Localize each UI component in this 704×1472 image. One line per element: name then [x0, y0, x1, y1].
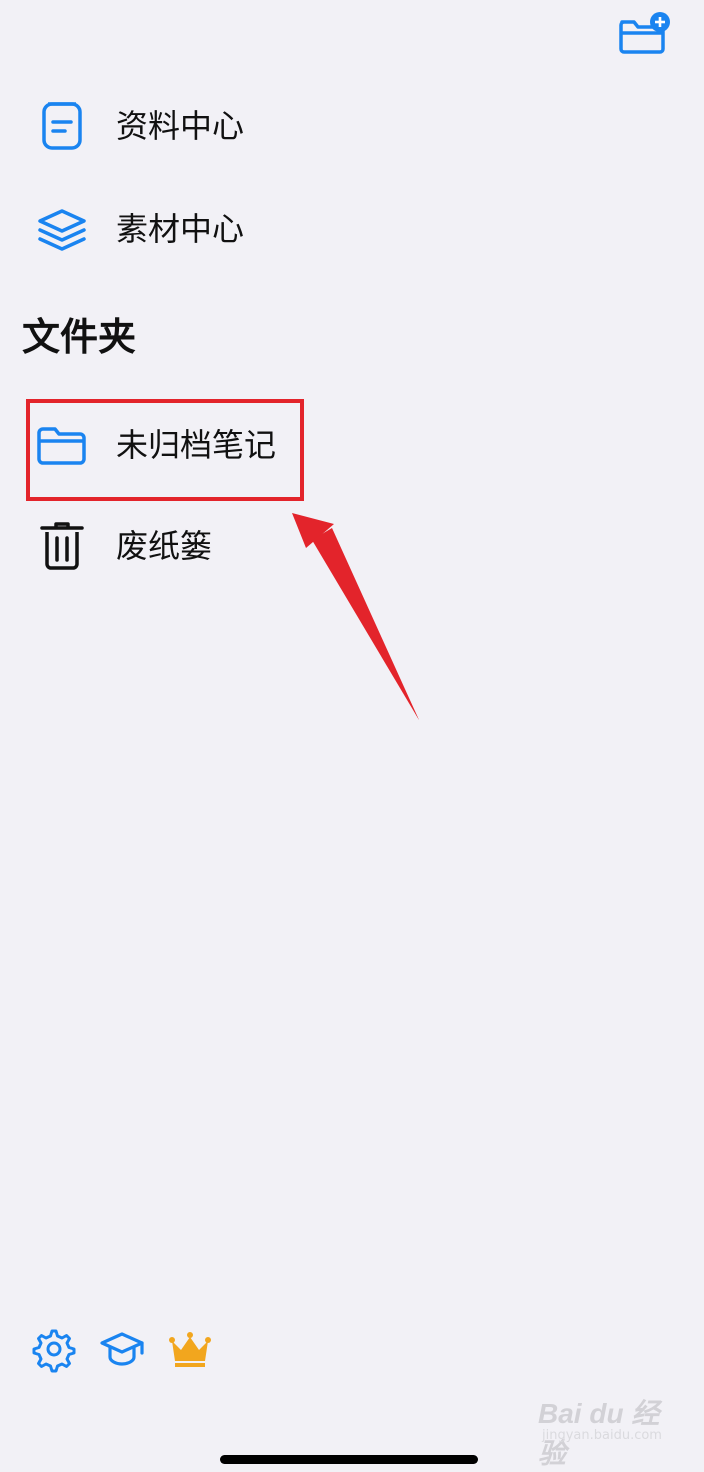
home-indicator [220, 1455, 478, 1464]
folder-plus-icon [619, 12, 670, 54]
new-folder-button[interactable] [612, 10, 672, 58]
crown-icon [169, 1332, 211, 1367]
layers-icon [38, 209, 86, 251]
sidebar-item-label: 废纸篓 [116, 527, 213, 565]
sidebar-item-material-center[interactable]: 素材中心 [0, 181, 704, 277]
watermark: Bai du 经验 jingyan.baidu.com [538, 1392, 678, 1469]
watermark-subtext: jingyan.baidu.com [542, 1428, 662, 1443]
section-title-folders: 文件夹 [22, 315, 137, 359]
graduation-cap-icon [100, 1332, 144, 1366]
settings-button[interactable] [30, 1325, 78, 1373]
sidebar-item-label: 资料中心 [116, 107, 245, 145]
sidebar-item-unarchived-notes[interactable]: 未归档笔记 [0, 397, 704, 493]
sidebar-item-label: 未归档笔记 [116, 426, 277, 464]
premium-button[interactable] [166, 1325, 214, 1373]
folder-icon [37, 427, 86, 465]
sidebar-item-label: 素材中心 [116, 210, 245, 248]
sidebar-item-trash[interactable]: 废纸篓 [0, 498, 704, 594]
sidebar-item-resource-center[interactable]: 资料中心 [0, 78, 704, 174]
trash-icon [40, 522, 84, 570]
tutorial-button[interactable] [98, 1325, 146, 1373]
gear-icon [32, 1329, 76, 1373]
document-icon [42, 102, 82, 150]
